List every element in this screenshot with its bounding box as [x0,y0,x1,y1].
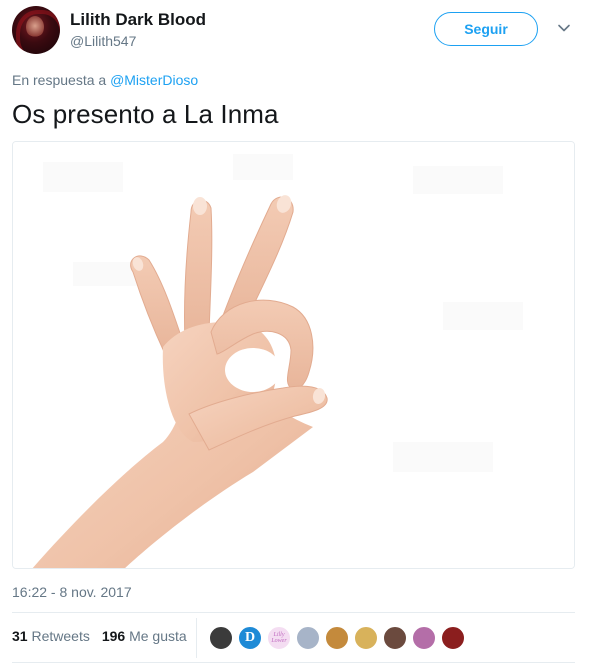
tweet-stats: 31 Retweets 196 Me gusta [12,628,199,644]
avatar[interactable] [12,6,60,54]
liker-avatar[interactable] [295,625,321,651]
follow-button[interactable]: Seguir [434,12,538,46]
user-handle[interactable]: @Lilith547 [70,33,136,49]
likes-label: Me gusta [129,628,187,644]
liker-avatar[interactable] [208,625,234,651]
tweet-timestamp[interactable]: 16:22 - 8 nov. 2017 [12,584,132,600]
divider [12,612,575,613]
retweets-label: Retweets [31,628,90,644]
liker-avatar[interactable] [440,625,466,651]
retweets-stat[interactable]: 31 Retweets [12,628,90,644]
liker-avatar[interactable] [353,625,379,651]
liker-avatar[interactable]: Lilly Lower [266,625,292,651]
tweet-media-image[interactable] [12,141,575,569]
liker-avatar[interactable] [411,625,437,651]
likes-stat[interactable]: 196 Me gusta [102,628,187,644]
chevron-down-icon[interactable] [556,20,572,36]
likes-count: 196 [101,628,126,644]
divider [12,662,575,663]
stats-separator [196,618,197,658]
reply-context: En respuesta a @MisterDioso [12,72,198,88]
liker-avatar[interactable] [324,625,350,651]
tweet-header: Lilith Dark Blood @Lilith547 Seguir [12,6,582,56]
liker-avatar[interactable]: D [237,625,263,651]
retweets-count: 31 [12,628,28,644]
reply-mention-link[interactable]: @MisterDioso [110,72,198,88]
reply-prefix: En respuesta a [12,72,111,88]
ok-hand-image [13,142,574,568]
liker-avatar[interactable] [382,625,408,651]
tweet-text: Os presento a La Inma [12,99,279,129]
user-name[interactable]: Lilith Dark Blood [70,10,206,30]
